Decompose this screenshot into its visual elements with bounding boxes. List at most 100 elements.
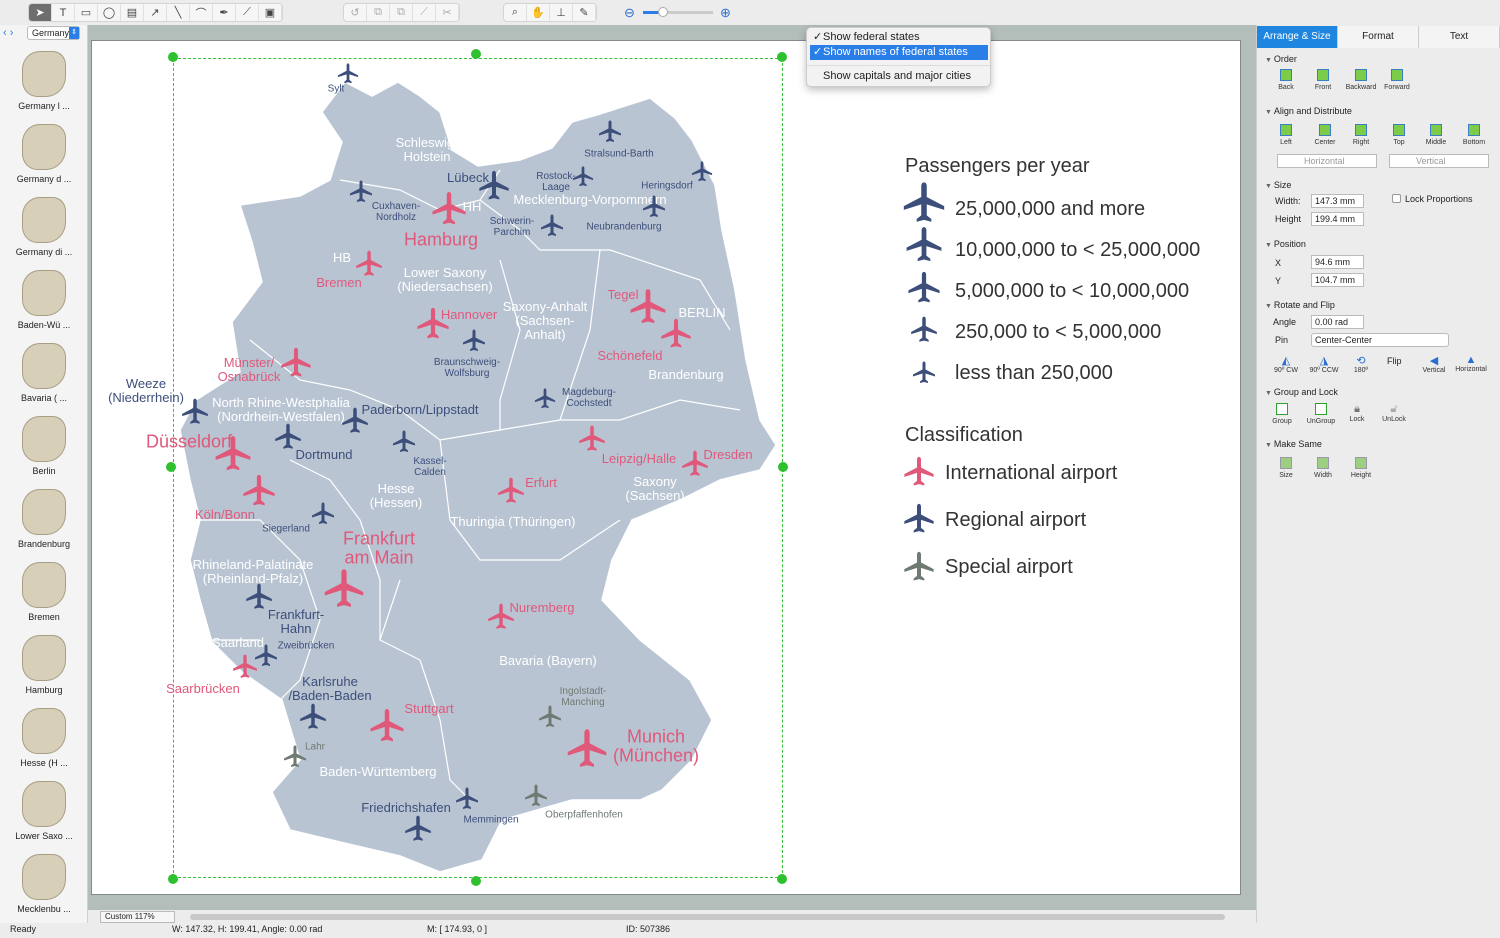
align-bottom-button[interactable]: Bottom xyxy=(1455,124,1493,146)
regional-airplane-icon[interactable] xyxy=(598,120,622,147)
international-airplane-icon[interactable] xyxy=(566,728,608,773)
align-top-button[interactable]: Top xyxy=(1380,124,1418,146)
selection-handle[interactable] xyxy=(778,462,788,472)
selection-handle[interactable] xyxy=(471,49,481,59)
international-airplane-icon[interactable] xyxy=(369,708,405,747)
airport-label-ingolstadt: Ingolstadt- Manching xyxy=(559,686,607,708)
international-airplane-icon[interactable] xyxy=(323,568,365,613)
tab-text[interactable]: Text xyxy=(1419,26,1500,48)
same-width-button[interactable]: Width xyxy=(1304,457,1342,479)
width-input[interactable]: 147.3 mm xyxy=(1311,194,1364,208)
horizontal-scrollbar[interactable] xyxy=(190,914,1225,920)
regional-airplane-icon[interactable] xyxy=(478,170,510,205)
legend-class-regional: Regional airport xyxy=(945,509,1087,531)
selection-handle[interactable] xyxy=(168,52,178,62)
airport-label-erfurt: Erfurt xyxy=(525,474,557,490)
x-input[interactable]: 94.6 mm xyxy=(1311,255,1364,269)
lock-proportions-checkbox[interactable] xyxy=(1392,194,1401,203)
selection-handle[interactable] xyxy=(777,52,787,62)
same-height-button[interactable]: Height xyxy=(1342,457,1380,479)
section-group[interactable]: Group and Lock xyxy=(1265,387,1338,397)
forward-button[interactable]: Forward xyxy=(1378,69,1416,91)
regional-airplane-icon[interactable] xyxy=(540,214,564,241)
regional-airplane-icon[interactable] xyxy=(245,583,273,614)
selection-handle[interactable] xyxy=(166,462,176,472)
special-airplane-icon[interactable] xyxy=(283,745,307,772)
rotate-180-button[interactable]: ⟲ 180º xyxy=(1342,354,1380,374)
international-airplane-icon[interactable] xyxy=(487,603,515,634)
international-airplane-icon[interactable] xyxy=(431,191,467,230)
menu-item-show-federal-states[interactable]: ✓ Show federal states xyxy=(810,30,988,45)
regional-airplane-icon[interactable] xyxy=(642,195,666,222)
backward-button[interactable]: Backward xyxy=(1342,69,1380,91)
angle-input[interactable]: 0.00 rad xyxy=(1311,315,1364,329)
regional-airplane-icon[interactable] xyxy=(462,329,486,356)
special-airplane-icon[interactable] xyxy=(524,784,548,811)
group-button[interactable]: Group xyxy=(1263,403,1301,425)
zoom-select[interactable]: Custom 117% xyxy=(100,911,175,923)
regional-airplane-icon[interactable] xyxy=(311,502,335,529)
align-center-button[interactable]: Center xyxy=(1306,124,1344,146)
airport-label-stralsund: Stralsund-Barth xyxy=(584,148,654,160)
legend-special-airplane-icon xyxy=(903,551,935,586)
same-size-button[interactable]: Size xyxy=(1267,457,1305,479)
international-airplane-icon[interactable] xyxy=(280,347,312,382)
back-button[interactable]: Back xyxy=(1267,69,1305,91)
section-order[interactable]: Order xyxy=(1265,54,1297,64)
section-position[interactable]: Position xyxy=(1265,239,1306,249)
height-input[interactable]: 199.4 mm xyxy=(1311,212,1364,226)
distribute-vertical-select[interactable]: Vertical xyxy=(1389,154,1489,168)
international-airplane-icon[interactable] xyxy=(232,654,258,683)
align-left-button[interactable]: Left xyxy=(1267,124,1305,146)
international-airplane-icon[interactable] xyxy=(497,477,525,508)
international-airplane-icon[interactable] xyxy=(578,425,606,456)
regional-airplane-icon[interactable] xyxy=(534,388,556,413)
distribute-horizontal-select[interactable]: Horizontal xyxy=(1277,154,1377,168)
pin-select[interactable]: Center-Center xyxy=(1311,333,1449,347)
international-airplane-icon[interactable] xyxy=(355,250,383,281)
regional-airplane-icon[interactable] xyxy=(181,398,209,429)
flip-label: Flip xyxy=(1387,356,1402,366)
section-rotate[interactable]: Rotate and Flip xyxy=(1265,300,1335,310)
rotate-ccw-button[interactable]: ◮ 90º CCW xyxy=(1305,354,1343,374)
international-airplane-icon[interactable] xyxy=(214,435,252,476)
selection-handle[interactable] xyxy=(168,874,178,884)
regional-airplane-icon[interactable] xyxy=(455,787,479,814)
regional-airplane-icon[interactable] xyxy=(572,166,594,191)
tab-format[interactable]: Format xyxy=(1338,26,1419,48)
regional-airplane-icon[interactable] xyxy=(274,423,302,454)
international-airplane-icon[interactable] xyxy=(681,450,709,481)
ungroup-button[interactable]: UnGroup xyxy=(1302,403,1340,425)
special-airplane-icon[interactable] xyxy=(538,705,562,732)
front-button[interactable]: Front xyxy=(1304,69,1342,91)
legend-title: Passengers per year xyxy=(905,155,1090,177)
section-size[interactable]: Size xyxy=(1265,180,1292,190)
regional-airplane-icon[interactable] xyxy=(349,180,373,207)
regional-airplane-icon[interactable] xyxy=(341,407,369,438)
regional-airplane-icon[interactable] xyxy=(299,703,327,734)
selection-handle[interactable] xyxy=(777,874,787,884)
selection-handle[interactable] xyxy=(471,876,481,886)
menu-item-show-state-names[interactable]: ✓ Show names of federal states xyxy=(810,45,988,60)
flip-vertical-button[interactable]: ◀ Vertical xyxy=(1415,354,1453,374)
international-airplane-icon[interactable] xyxy=(242,474,276,511)
align-middle-button[interactable]: Middle xyxy=(1417,124,1455,146)
section-align[interactable]: Align and Distribute xyxy=(1265,106,1352,116)
regional-airplane-icon[interactable] xyxy=(392,430,416,457)
tab-arrange-size[interactable]: Arrange & Size xyxy=(1257,26,1338,48)
regional-airplane-icon[interactable] xyxy=(691,161,713,186)
lock-proportions-label: Lock Proportions xyxy=(1405,194,1473,204)
flip-horizontal-button[interactable]: ▲ Horizontal xyxy=(1452,354,1490,373)
unlock-button[interactable]: 🔓︎ UnLock xyxy=(1375,403,1413,423)
regional-airplane-icon[interactable] xyxy=(404,815,432,846)
menu-item-show-capitals[interactable]: Show capitals and major cities xyxy=(810,69,988,84)
regional-airplane-icon[interactable] xyxy=(337,63,359,88)
y-input[interactable]: 104.7 mm xyxy=(1311,273,1364,287)
section-make-same[interactable]: Make Same xyxy=(1265,439,1322,449)
lock-button[interactable]: 🔒︎ Lock xyxy=(1338,403,1376,423)
airport-label-frankfurt: Frankfurt am Main xyxy=(342,528,416,568)
international-airplane-icon[interactable] xyxy=(660,318,692,353)
international-airplane-icon[interactable] xyxy=(416,307,450,344)
align-right-button[interactable]: Right xyxy=(1342,124,1380,146)
rotate-cw-button[interactable]: ◭ 90º CW xyxy=(1267,354,1305,374)
